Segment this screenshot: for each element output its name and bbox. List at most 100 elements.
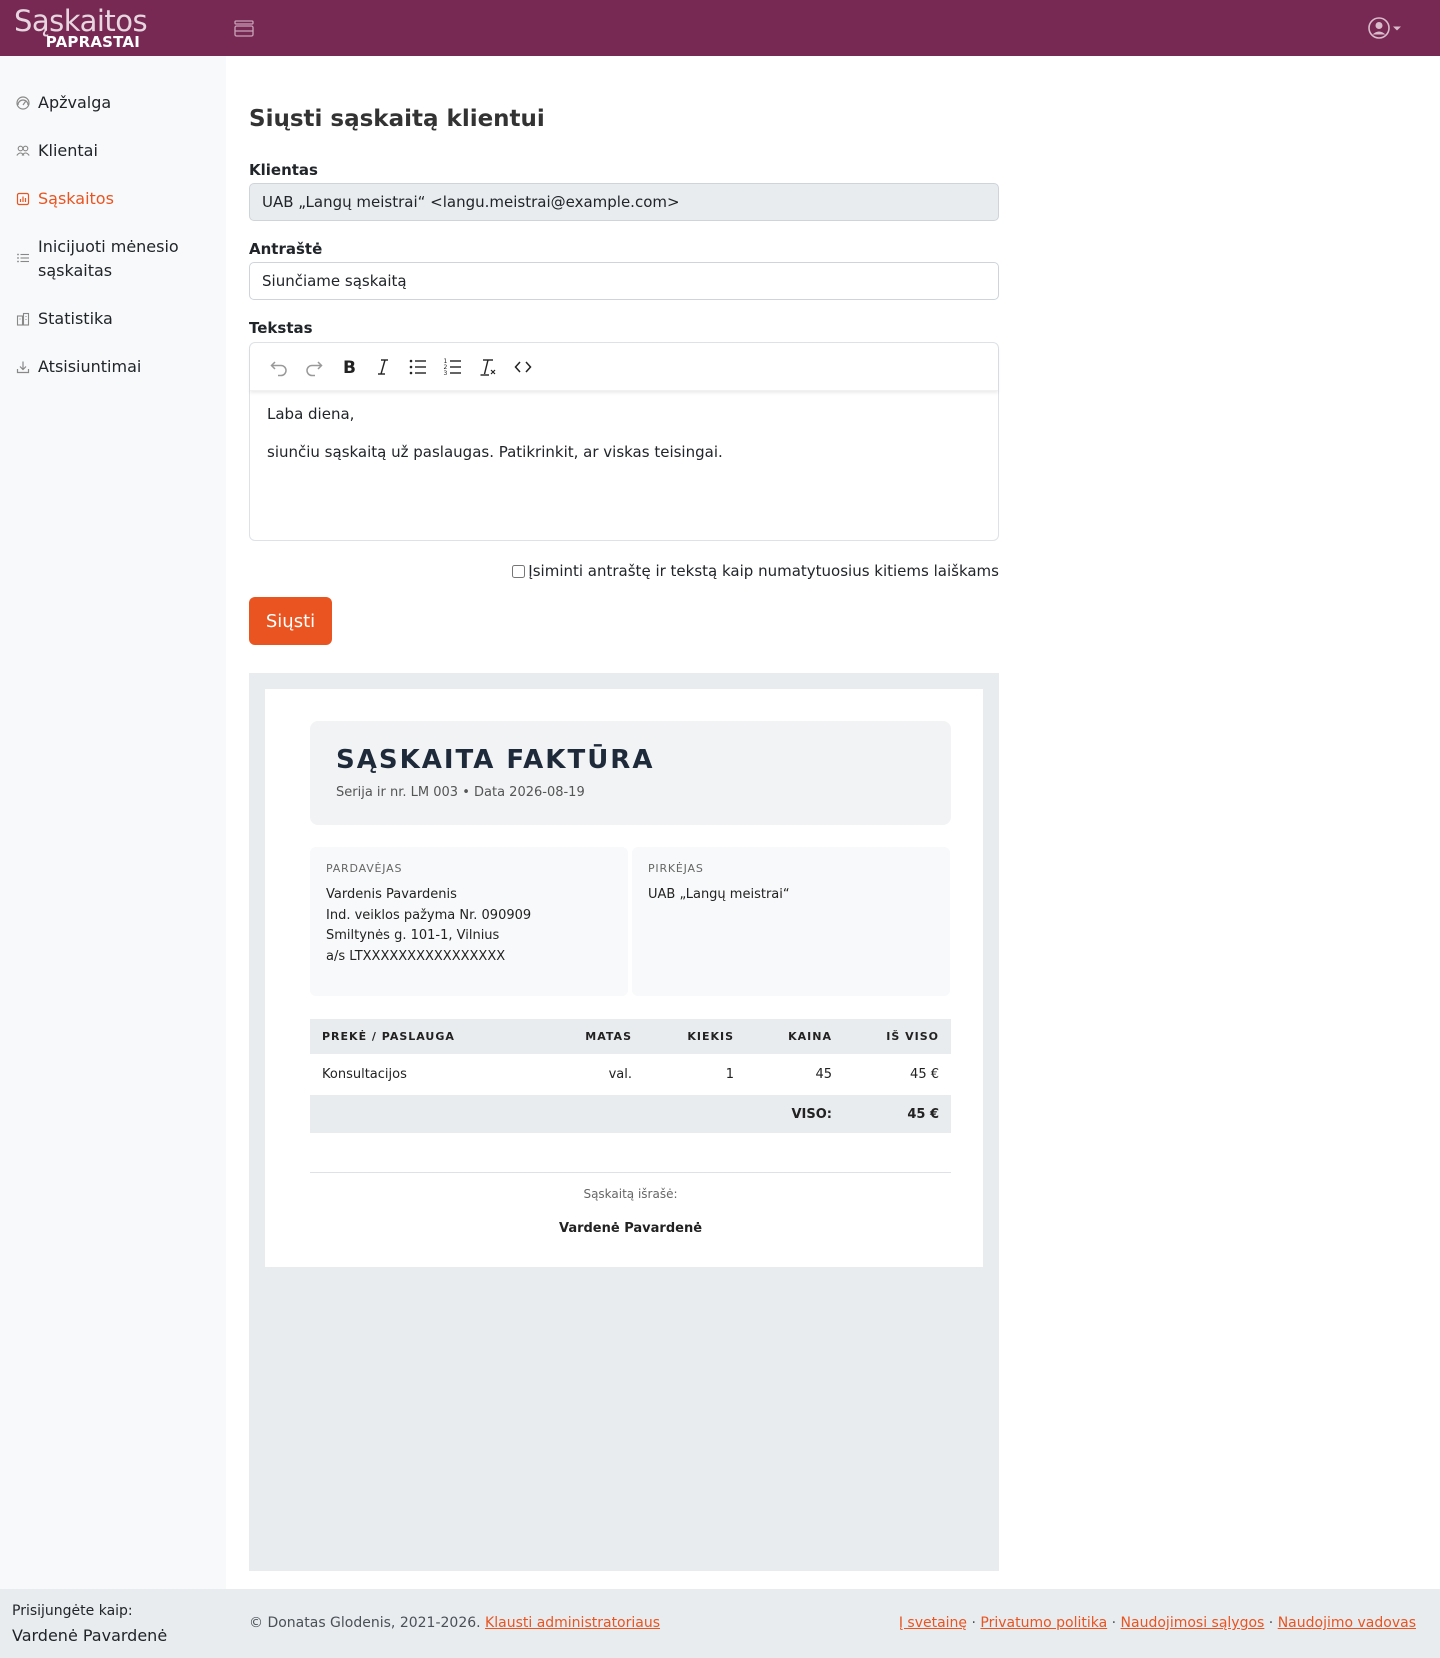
invoice-series-date: Serija ir nr. LM 003 • Data 2026-08-19 xyxy=(336,785,585,800)
buildings-icon xyxy=(16,311,30,326)
rich-text-editor: B 123 Laba diena, siunčiu sąskaitą už pa… xyxy=(249,342,999,541)
editor-toolbar: B 123 xyxy=(250,343,998,391)
table-cell xyxy=(542,1095,644,1133)
logged-in-label: Prisijungėte kaip: xyxy=(12,1603,133,1619)
total-label: VISO: xyxy=(746,1095,844,1133)
invoice-header: SĄSKAITA FAKTŪRA Serija ir nr. LM 003 • … xyxy=(310,721,951,825)
sidebar-item-invoices[interactable]: Sąskaitos xyxy=(0,186,226,212)
copyright-text: © Donatas Glodenis, 2021-2026. xyxy=(249,1615,481,1631)
user-circle-icon xyxy=(1368,17,1401,39)
seller-box: PARDAVĖJAS Vardenis Pavardenis Ind. veik… xyxy=(310,847,628,996)
undo-icon[interactable] xyxy=(268,356,290,378)
top-navbar: Sąskaitos PAPRASTAI xyxy=(0,0,1440,56)
sidebar-item-label: Inicijuoti mėnesio sąskaitas xyxy=(38,237,179,280)
app-logo[interactable]: Sąskaitos PAPRASTAI xyxy=(14,4,148,52)
bullet-list-icon[interactable] xyxy=(407,356,429,378)
numbered-list-icon[interactable]: 123 xyxy=(442,356,464,378)
remember-default-checkbox[interactable] xyxy=(512,564,526,578)
user-menu-button[interactable] xyxy=(1368,17,1408,39)
table-cell: val. xyxy=(608,1067,632,1082)
table-header-row: PREKĖ / PASLAUGA MATAS KIEKIS KAINA IŠ V… xyxy=(310,1019,951,1054)
table-cell: Konsultacijos xyxy=(322,1067,407,1082)
seller-line: Vardenis Pavardenis xyxy=(326,887,457,902)
bold-icon[interactable]: B xyxy=(338,356,360,378)
people-icon xyxy=(16,143,30,157)
client-field-label: Klientas xyxy=(249,161,318,179)
table-cell: 45 xyxy=(815,1067,832,1082)
code-icon[interactable] xyxy=(512,356,534,378)
menu-toggle-icon[interactable] xyxy=(233,18,255,38)
remember-default-label: Įsiminti antraštę ir tekstą kaip numatyt… xyxy=(528,562,999,580)
column-header: MATAS xyxy=(542,1019,644,1054)
privacy-policy-link[interactable]: Privatumo politika xyxy=(980,1615,1107,1631)
invoice-icon xyxy=(16,191,30,206)
subject-input[interactable] xyxy=(249,262,999,300)
sidebar: Apžvalga Klientai Sąskaitos Inicijuoti m… xyxy=(0,56,226,1589)
seller-line: a/s LTXXXXXXXXXXXXXXXX xyxy=(326,948,506,964)
buyer-details: UAB „Langų meistrai“ xyxy=(648,885,790,906)
table-cell: 45 € xyxy=(910,1067,939,1082)
terms-link[interactable]: Naudojimosi sąlygos xyxy=(1121,1615,1265,1631)
svg-text:3: 3 xyxy=(444,370,448,377)
seller-line: Ind. veiklos pažyma Nr. 090909 xyxy=(326,907,532,923)
issued-by-label: Sąskaitą išrašė: xyxy=(583,1187,678,1201)
separator: · xyxy=(1111,1615,1117,1631)
clear-format-icon[interactable] xyxy=(477,356,499,378)
column-header: KAINA xyxy=(746,1019,844,1054)
send-button[interactable]: Siųsti xyxy=(249,597,332,645)
sidebar-item-label: Sąskaitos xyxy=(38,189,114,208)
table-cell xyxy=(310,1095,542,1133)
editor-content[interactable]: Laba diena, siunčiu sąskaitą už paslauga… xyxy=(267,403,983,479)
invoice-items-table: PREKĖ / PASLAUGA MATAS KIEKIS KAINA IŠ V… xyxy=(310,1019,951,1133)
sidebar-item-label: Klientai xyxy=(38,141,98,160)
column-header: IŠ VISO xyxy=(844,1019,951,1054)
divider xyxy=(310,1172,951,1173)
list-icon xyxy=(16,250,30,264)
sidebar-item-downloads[interactable]: Atsisiuntimai xyxy=(0,354,226,380)
website-link[interactable]: Į svetainę xyxy=(899,1615,967,1631)
download-icon xyxy=(16,359,30,374)
chevron-down-icon xyxy=(1393,26,1401,31)
editor-paragraph: Laba diena, xyxy=(267,405,355,423)
user-guide-link[interactable]: Naudojimo vadovas xyxy=(1278,1615,1416,1631)
remember-default-option[interactable]: Įsiminti antraštę ir tekstą kaip numatyt… xyxy=(512,560,999,582)
total-value: 45 € xyxy=(844,1095,951,1133)
invoice-paper: SĄSKAITA FAKTŪRA Serija ir nr. LM 003 • … xyxy=(265,689,983,1267)
editor-paragraph: siunčiu sąskaitą už paslaugas. Patikrink… xyxy=(267,443,723,461)
client-field: UAB „Langų meistrai“ <langu.meistrai@exa… xyxy=(249,183,999,221)
sidebar-item-overview[interactable]: Apžvalga xyxy=(0,90,226,116)
invoice-title: SĄSKAITA FAKTŪRA xyxy=(336,745,655,775)
sidebar-item-clients[interactable]: Klientai xyxy=(0,138,226,164)
subject-field-label: Antraštė xyxy=(249,240,323,258)
seller-details: Vardenis Pavardenis Ind. veiklos pažyma … xyxy=(326,885,531,967)
table-cell xyxy=(644,1095,746,1133)
page-title: Siųsti sąskaitą klientui xyxy=(249,106,545,132)
seller-line: Smiltynės g. 101-1, Vilnius xyxy=(326,928,500,943)
sidebar-item-label: Atsisiuntimai xyxy=(38,357,142,376)
logo-text-bottom: PAPRASTAI xyxy=(45,33,140,51)
separator: · xyxy=(1268,1615,1274,1631)
redo-icon[interactable] xyxy=(303,356,325,378)
issued-by-name: Vardenė Pavardenė xyxy=(558,1221,703,1236)
ask-admin-link[interactable]: Klausti administratoriaus xyxy=(485,1615,660,1631)
separator: · xyxy=(971,1615,976,1631)
sidebar-item-statistics[interactable]: Statistika xyxy=(0,306,226,332)
invoice-preview: SĄSKAITA FAKTŪRA Serija ir nr. LM 003 • … xyxy=(249,673,999,1571)
footer-links: Į svetainę · Privatumo politika · Naudoj… xyxy=(899,1615,1416,1631)
italic-icon[interactable] xyxy=(372,356,394,378)
footer: Prisijungėte kaip: Vardenė Pavardenė © D… xyxy=(0,1589,1440,1658)
column-header: KIEKIS xyxy=(644,1019,746,1054)
dashboard-gauge-icon xyxy=(16,95,30,110)
copyright: © Donatas Glodenis, 2021-2026. Klausti a… xyxy=(249,1615,660,1631)
sidebar-item-monthly-invoices[interactable]: Inicijuoti mėnesio sąskaitas xyxy=(0,234,226,284)
buyer-box: PIRKĖJAS UAB „Langų meistrai“ xyxy=(632,847,950,996)
buyer-line: UAB „Langų meistrai“ xyxy=(648,887,790,902)
table-row: Konsultacijos val. 1 45 45 € xyxy=(310,1054,951,1095)
logged-in-user-name: Vardenė Pavardenė xyxy=(12,1626,168,1645)
text-field-label: Tekstas xyxy=(249,319,313,337)
seller-label: PARDAVĖJAS xyxy=(326,862,403,875)
svg-text:B: B xyxy=(343,358,356,378)
column-header: PREKĖ / PASLAUGA xyxy=(310,1019,542,1054)
total-row: VISO: 45 € xyxy=(310,1095,951,1133)
buyer-label: PIRKĖJAS xyxy=(648,862,704,875)
